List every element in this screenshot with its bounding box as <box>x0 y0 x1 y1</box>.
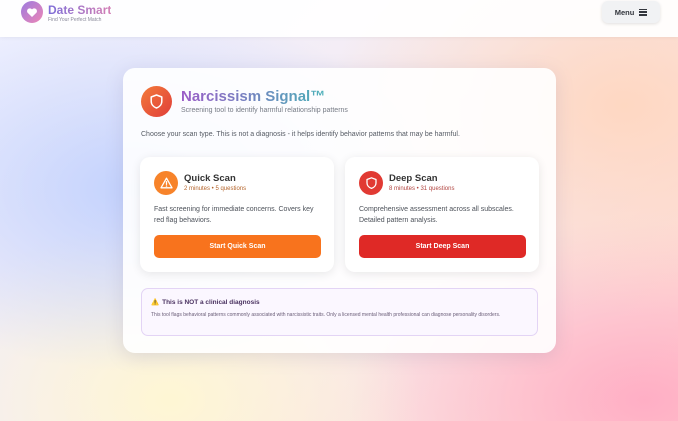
warning-icon: ⚠️ <box>151 299 160 306</box>
page-title: Narcissism Signal™ <box>181 88 326 105</box>
deep-scan-meta: 8 minutes • 31 questions <box>389 186 455 192</box>
brand-name[interactable]: Date Smart <box>48 3 111 17</box>
deep-scan-card[interactable]: Deep Scan 8 minutes • 31 questions Compr… <box>345 157 539 272</box>
narcissism-signal-card: Narcissism Signal™ Screening tool to ide… <box>123 68 556 353</box>
brand-tagline: Find Your Perfect Match <box>48 17 102 23</box>
menu-label: Menu <box>614 7 635 17</box>
deep-scan-description: Comprehensive assessment across all subs… <box>359 206 514 224</box>
disclaimer-title: This is NOT a clinical diagnosis <box>162 298 260 306</box>
disclaimer-body: This tool flags behavioral patterns comm… <box>151 312 501 318</box>
shield-icon <box>359 171 383 195</box>
menu-button[interactable]: Menu <box>602 1 660 23</box>
quick-scan-meta: 2 minutes • 5 questions <box>184 186 247 192</box>
clinical-disclaimer-notice: ⚠️ This is NOT a clinical diagnosis This… <box>141 288 538 336</box>
deep-scan-title: Deep Scan <box>389 173 438 184</box>
disclaimer-title-row: ⚠️ This is NOT a clinical diagnosis <box>151 298 260 307</box>
start-quick-scan-button[interactable]: Start Quick Scan <box>154 235 321 258</box>
quick-scan-description: Fast screening for immediate concerns. C… <box>154 206 314 224</box>
heart-logo-icon[interactable] <box>21 1 43 23</box>
shield-badge-icon <box>141 86 172 117</box>
page-subtitle: Screening tool to identify harmful relat… <box>181 107 348 114</box>
quick-scan-title: Quick Scan <box>184 173 236 184</box>
quick-scan-card[interactable]: Quick Scan 2 minutes • 5 questions Fast … <box>140 157 334 272</box>
warning-triangle-icon <box>154 171 178 195</box>
intro-text: Choose your scan type. This is not a dia… <box>141 131 460 138</box>
start-deep-scan-button[interactable]: Start Deep Scan <box>359 235 526 258</box>
top-navigation-bar: Date Smart Find Your Perfect Match Menu <box>0 0 678 37</box>
hamburger-icon <box>639 8 648 16</box>
